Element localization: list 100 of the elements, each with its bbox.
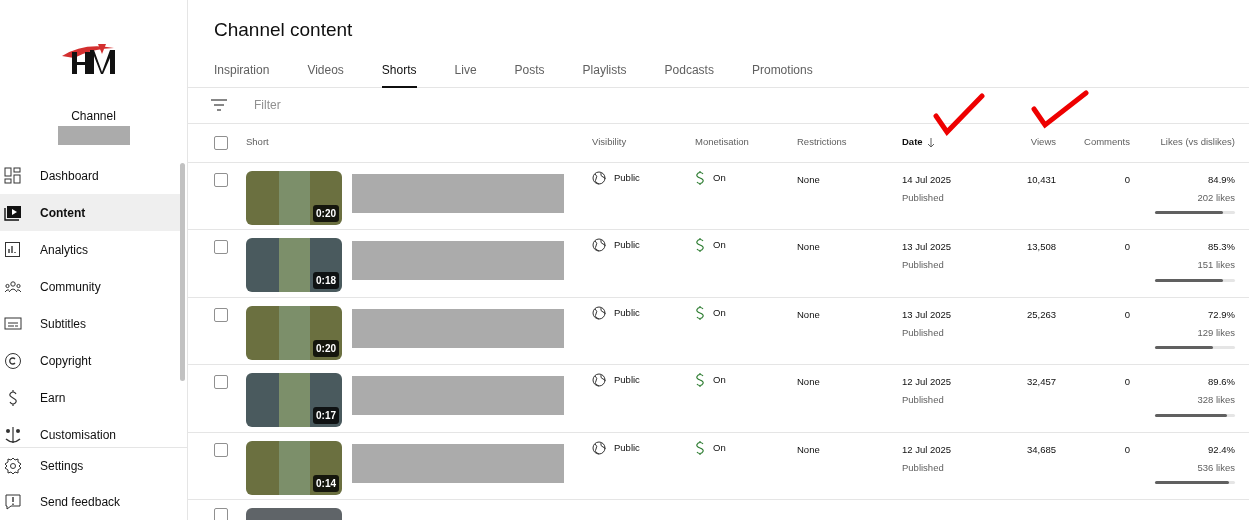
- filter-field[interactable]: Filter: [254, 96, 654, 115]
- table-cell-text: None: [797, 240, 821, 254]
- column-header[interactable]: Date: [902, 135, 982, 150]
- globe-icon: [592, 373, 606, 388]
- status-text: Published: [902, 460, 945, 475]
- photo-placeholder: [279, 170, 310, 225]
- dollar-icon: [695, 305, 705, 320]
- bar-chart-icon: [4, 241, 22, 259]
- row-checkbox[interactable]: [214, 375, 228, 389]
- table-cell-text: 34,685: [1025, 442, 1056, 457]
- column-header[interactable]: Monetisation: [695, 135, 797, 150]
- row-checkbox[interactable]: [214, 442, 228, 457]
- date-text: 14 Jul 2025: [902, 172, 953, 187]
- monetisation-text: On: [713, 305, 726, 320]
- table-cell-text: 0: [1123, 307, 1130, 322]
- scrollbar[interactable]: [180, 163, 185, 382]
- likes-percent: 92.4%: [1208, 442, 1235, 457]
- visibility-text: Public: [614, 373, 640, 387]
- row-checkbox[interactable]: [214, 172, 228, 187]
- photo-placeholder: [279, 440, 310, 495]
- status-text: Published: [902, 258, 945, 273]
- dashboard-icon: [4, 167, 22, 185]
- likes-percent: 85.3%: [1208, 240, 1235, 254]
- status-text: Published: [902, 393, 945, 408]
- column-header[interactable]: Short: [246, 135, 592, 150]
- photo-placeholder: [279, 238, 310, 292]
- table-cell-text: None: [797, 307, 821, 322]
- tab[interactable]: Videos: [307, 49, 344, 88]
- column-header[interactable]: Comments: [1056, 135, 1130, 150]
- table-cell-text: None: [797, 172, 821, 187]
- checkmark-annotation-icon: [933, 92, 985, 136]
- visibility-text: Public: [614, 238, 640, 252]
- dollar-icon: [695, 238, 705, 253]
- page-title: Channel content: [213, 18, 354, 42]
- photo-placeholder: [279, 373, 310, 427]
- likes-count: 328 likes: [1197, 393, 1235, 408]
- video-icon: [4, 204, 22, 222]
- sidebar-item[interactable]: Settings: [0, 448, 187, 484]
- column-header[interactable]: Likes (vs dislikes): [1130, 135, 1235, 150]
- likes-count: 151 likes: [1197, 258, 1235, 273]
- row-checkbox[interactable]: [214, 240, 228, 254]
- duration-label: 0:17: [313, 407, 339, 424]
- filter-icon[interactable]: [210, 98, 228, 113]
- globe-icon: [592, 238, 606, 253]
- globe-icon: [592, 440, 606, 455]
- duration-label: 0:20: [313, 204, 339, 222]
- channel-label: Channel: [71, 108, 116, 126]
- column-header[interactable]: Views: [982, 135, 1056, 150]
- tab[interactable]: Live: [454, 49, 477, 88]
- likes-count: 129 likes: [1197, 325, 1235, 340]
- visibility-text: Public: [614, 440, 640, 455]
- globe-icon: [592, 305, 606, 320]
- table-cell-text: 25,263: [1025, 307, 1056, 322]
- status-text: Published: [902, 190, 945, 205]
- likes-count: 536 likes: [1197, 460, 1235, 475]
- select-all-checkbox[interactable]: [214, 135, 228, 150]
- table-cell-text: 32,457: [1025, 375, 1056, 389]
- table-cell-text: 0: [1123, 442, 1130, 457]
- likes-percent: 84.9%: [1208, 172, 1235, 187]
- checkmark-annotation-icon: [1031, 89, 1089, 129]
- globe-icon: [592, 170, 606, 185]
- monetisation-text: On: [713, 373, 726, 387]
- monetisation-text: On: [713, 170, 726, 185]
- feedback-icon: [4, 493, 22, 511]
- column-header[interactable]: Restrictions: [797, 135, 902, 150]
- sidebar-item[interactable]: Content: [0, 194, 180, 232]
- duration-label: 0:20: [313, 339, 339, 357]
- table-cell-text: 0: [1123, 172, 1130, 187]
- table-cell-text: 10,431: [1025, 172, 1056, 187]
- tab[interactable]: Shorts: [381, 49, 417, 88]
- likes-percent: 89.6%: [1208, 375, 1235, 389]
- table-cell-text: None: [797, 442, 821, 457]
- column-header[interactable]: Visibility: [592, 135, 695, 150]
- tab[interactable]: Playlists: [582, 49, 627, 88]
- likes-count: 202 likes: [1197, 190, 1235, 205]
- tab[interactable]: Promotions: [751, 49, 813, 88]
- row-checkbox[interactable]: [214, 307, 228, 322]
- date-text: 13 Jul 2025: [902, 240, 953, 254]
- date-text: 12 Jul 2025: [902, 375, 953, 389]
- sidebar-item[interactable]: Send feedback: [0, 484, 187, 520]
- table-cell-text: 0: [1123, 375, 1130, 389]
- likes-percent: 72.9%: [1208, 307, 1235, 322]
- date-text: 12 Jul 2025: [902, 442, 953, 457]
- tab[interactable]: Podcasts: [664, 49, 714, 88]
- tab[interactable]: Posts: [514, 49, 545, 88]
- copyright-icon: [4, 352, 22, 370]
- monetisation-text: On: [713, 440, 726, 455]
- dollar-icon: [695, 373, 705, 388]
- dollar-icon: [695, 170, 705, 185]
- status-text: Published: [902, 325, 945, 340]
- dollar-icon: [695, 440, 705, 455]
- table-cell-text: 0: [1123, 240, 1130, 254]
- tab[interactable]: Inspiration: [214, 49, 270, 88]
- visibility-text: Public: [614, 170, 640, 185]
- settings-icon: [4, 457, 22, 475]
- row-checkbox[interactable]: [214, 508, 228, 520]
- sort-arrow-icon: [926, 137, 935, 148]
- date-text: 13 Jul 2025: [902, 307, 953, 322]
- duration-label: 0:14: [313, 474, 339, 492]
- table-cell-text: None: [797, 375, 821, 389]
